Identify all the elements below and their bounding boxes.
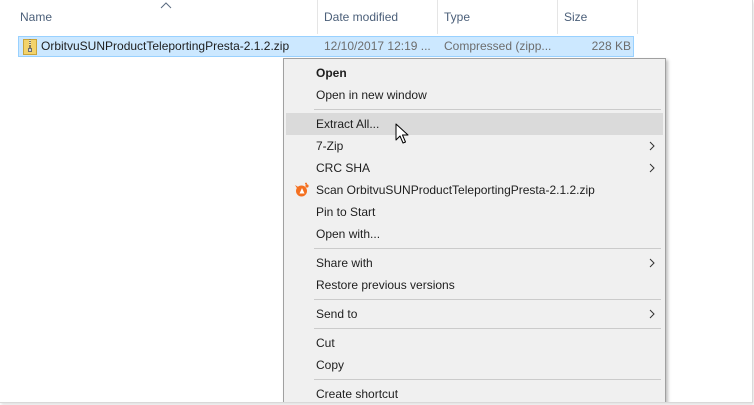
menu-separator — [314, 248, 661, 249]
menu-separator — [314, 379, 661, 380]
zip-archive-icon — [23, 39, 37, 55]
menu-item-label: Extract All... — [316, 117, 380, 131]
menu-item-label: Copy — [316, 358, 345, 372]
menu-item-label: Share with — [316, 256, 373, 270]
menu-item-open-new-window[interactable]: Open in new window — [286, 84, 663, 106]
file-date-modified: 12/10/2017 12:19 ... — [324, 39, 431, 53]
menu-item-label: 7-Zip — [316, 139, 344, 153]
menu-item-open-with[interactable]: Open with... — [286, 223, 663, 245]
menu-item-scan[interactable]: Scan OrbitvuSUNProductTeleportingPresta-… — [286, 179, 663, 201]
context-menu: Open Open in new window Extract All... 7… — [283, 58, 666, 402]
column-header-date-modified[interactable]: Date modified — [318, 0, 437, 34]
menu-item-crc-sha[interactable]: CRC SHA — [286, 157, 663, 179]
avast-icon — [295, 182, 309, 197]
column-header-size-label: Size — [564, 10, 588, 24]
menu-item-cut[interactable]: Cut — [286, 332, 663, 354]
menu-item-label: Open — [316, 66, 347, 80]
menu-item-open[interactable]: Open — [286, 62, 663, 84]
menu-item-label: Send to — [316, 307, 358, 321]
menu-item-share-with[interactable]: Share with — [286, 252, 663, 274]
menu-item-label: Pin to Start — [316, 205, 376, 219]
menu-item-extract-all[interactable]: Extract All... — [286, 113, 663, 135]
menu-item-pin-to-start[interactable]: Pin to Start — [286, 201, 663, 223]
menu-separator — [314, 328, 661, 329]
file-name[interactable]: OrbitvuSUNProductTeleportingPresta-2.1.2… — [41, 37, 289, 56]
sort-ascending-icon — [160, 2, 172, 9]
menu-item-label: Create shortcut — [316, 387, 399, 401]
mouse-cursor-icon — [395, 123, 409, 144]
chevron-right-icon — [649, 309, 655, 319]
menu-item-restore-previous-versions[interactable]: Restore previous versions — [286, 274, 663, 296]
menu-item-7zip[interactable]: 7-Zip — [286, 135, 663, 157]
menu-separator — [314, 299, 661, 300]
file-row-selected[interactable]: OrbitvuSUNProductTeleportingPresta-2.1.2… — [18, 36, 634, 57]
column-header-name-label: Name — [20, 10, 53, 24]
menu-item-send-to[interactable]: Send to — [286, 303, 663, 325]
file-size: 228 KB — [591, 39, 631, 53]
file-type: Compressed (zipp... — [444, 39, 552, 53]
column-header-size[interactable]: Size — [558, 0, 637, 34]
column-header-date-label: Date modified — [324, 10, 399, 24]
menu-separator — [314, 109, 661, 110]
menu-item-copy[interactable]: Copy — [286, 354, 663, 376]
menu-item-label: Cut — [316, 336, 335, 350]
column-header-type-label: Type — [444, 10, 471, 24]
menu-item-label: Scan OrbitvuSUNProductTeleportingPresta-… — [316, 183, 595, 197]
column-separator[interactable] — [637, 0, 638, 34]
menu-item-create-shortcut[interactable]: Create shortcut — [286, 383, 663, 402]
menu-item-label: Open in new window — [316, 88, 427, 102]
chevron-right-icon — [649, 258, 655, 268]
column-header-type[interactable]: Type — [438, 0, 557, 34]
chevron-right-icon — [649, 141, 655, 151]
menu-item-label: Open with... — [316, 227, 381, 241]
menu-item-label: CRC SHA — [316, 161, 371, 175]
menu-item-label: Restore previous versions — [316, 278, 455, 292]
chevron-right-icon — [649, 163, 655, 173]
explorer-file-list: Name Date modified Type Size OrbitvuSUNP… — [0, 0, 753, 403]
